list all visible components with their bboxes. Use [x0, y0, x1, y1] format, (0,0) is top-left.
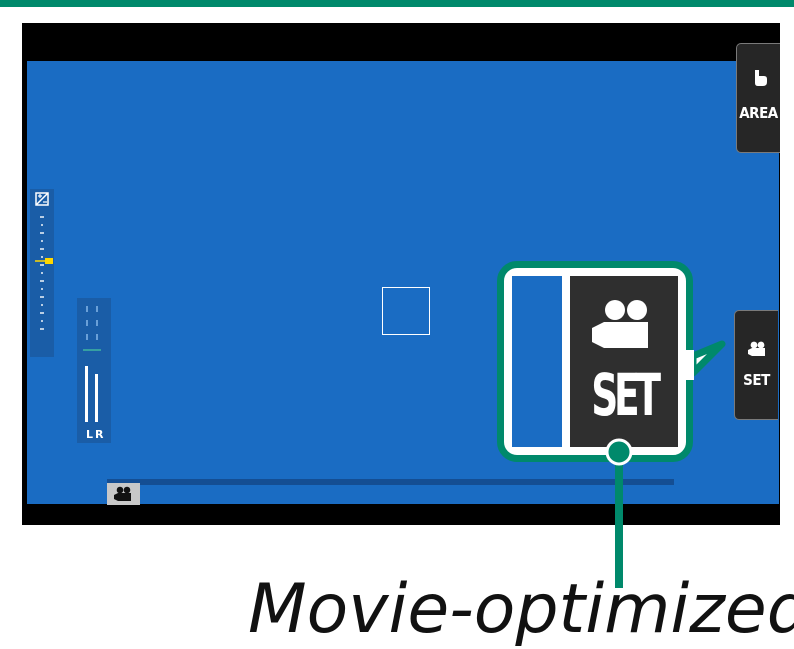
movie-mode-indicator — [107, 483, 140, 505]
focus-area-label: AREA — [739, 104, 778, 122]
touch-hand-icon — [737, 70, 780, 92]
movie-camera-icon — [735, 341, 778, 361]
focus-area-button[interactable]: AREA — [736, 43, 780, 153]
movie-camera-icon — [592, 300, 648, 348]
focus-frame[interactable] — [382, 287, 430, 335]
info-bar — [107, 479, 674, 485]
audio-channel-label: LR — [86, 428, 106, 441]
callout-viewfinder-edge — [512, 276, 562, 447]
top-divider — [0, 0, 794, 7]
movie-set-button[interactable]: SET — [734, 310, 778, 420]
exposure-level-marker — [45, 258, 53, 264]
callout-set-label: SET — [591, 361, 661, 429]
callout-set-button: SET — [570, 276, 678, 447]
audio-level-left — [85, 366, 88, 422]
movie-camera-icon — [114, 486, 131, 501]
set-label: SET — [743, 371, 770, 389]
audio-level-right — [95, 374, 98, 422]
exposure-compensation-icon — [35, 192, 49, 206]
set-button-callout: SET — [497, 261, 693, 462]
audio-level-meter: LR — [77, 298, 111, 443]
exposure-scale — [30, 189, 54, 357]
caption-text: Movie-optimized — [248, 570, 794, 649]
